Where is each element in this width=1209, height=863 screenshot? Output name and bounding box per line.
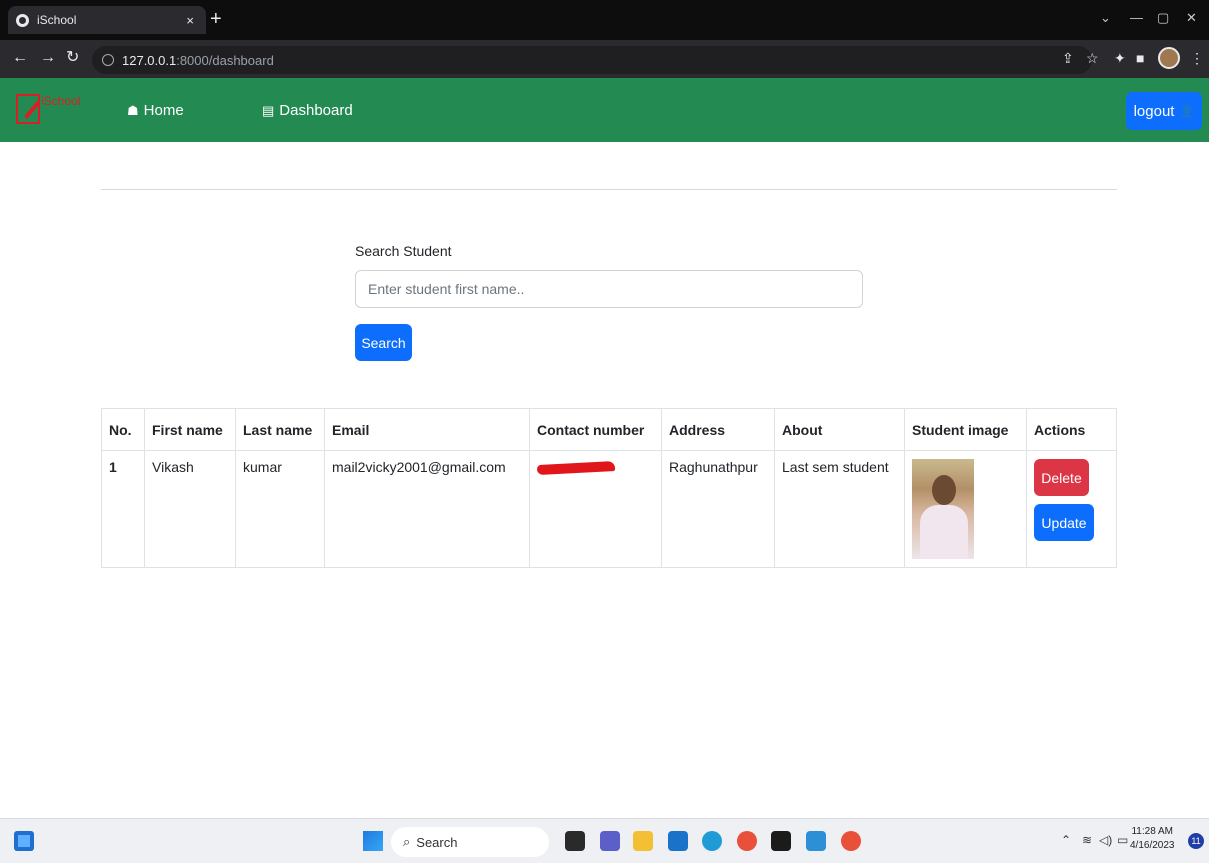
tab-title: iSchool xyxy=(37,13,77,27)
extensions-icon[interactable]: ✦ xyxy=(1114,50,1126,66)
cell-about: Last sem student xyxy=(774,450,905,568)
app-navbar: iSchool ☗ Home ▤ Dashboard logout 👤 xyxy=(0,78,1209,142)
url-path: :8000/dashboard xyxy=(176,52,274,68)
share-icon[interactable]: ⇪ xyxy=(1062,50,1074,66)
divider xyxy=(101,189,1117,190)
logout-label: logout xyxy=(1133,102,1175,120)
cell-last-name: kumar xyxy=(235,450,325,568)
task-view-icon[interactable] xyxy=(565,831,585,851)
search-label: Search Student xyxy=(355,243,452,259)
search-button[interactable]: Search xyxy=(355,324,412,361)
cell-address: Raghunathpur xyxy=(661,450,775,568)
taskbar-search-label: Search xyxy=(416,834,458,850)
table-row: 1 Vikash kumar mail2vicky2001@gmail.com … xyxy=(101,450,1117,568)
brand-logo[interactable]: iSchool xyxy=(16,94,80,124)
chrome-icon[interactable] xyxy=(737,831,757,851)
volume-icon[interactable]: ◁) xyxy=(1099,833,1112,847)
widgets-icon[interactable] xyxy=(14,831,34,851)
table-header-row: No. First name Last name Email Contact n… xyxy=(101,408,1117,451)
url-host: 127.0.0.1 xyxy=(122,52,177,68)
profile-avatar-icon[interactable] xyxy=(1158,47,1180,69)
nav-home-label: Home xyxy=(143,102,184,119)
info-icon[interactable] xyxy=(102,54,114,66)
header-contact: Contact number xyxy=(529,408,662,451)
edge-icon[interactable] xyxy=(702,831,722,851)
windows-taskbar: ⌕ Search ⌃ ≋ ◁) ▭ 11:28 AM 4/16/2023 11 xyxy=(0,818,1209,863)
search-input[interactable] xyxy=(355,270,863,308)
vscode-icon[interactable] xyxy=(806,831,826,851)
nav-dashboard-label: Dashboard xyxy=(279,102,353,119)
file-explorer-icon[interactable] xyxy=(633,831,653,851)
minimize-icon[interactable]: — xyxy=(1130,10,1143,25)
tab-close-icon[interactable]: × xyxy=(186,13,194,28)
bookmark-star-icon[interactable]: ☆ xyxy=(1086,50,1099,66)
cell-contact xyxy=(529,450,662,568)
browser-tab[interactable]: iSchool × xyxy=(8,6,206,34)
delete-button[interactable]: Delete xyxy=(1034,459,1089,496)
header-first-name: First name xyxy=(144,408,236,451)
globe-icon xyxy=(16,13,29,27)
notification-badge[interactable]: 11 xyxy=(1188,833,1204,849)
taskbar-search[interactable]: ⌕ Search xyxy=(391,827,549,857)
header-address: Address xyxy=(661,408,775,451)
wifi-icon[interactable]: ≋ xyxy=(1082,833,1092,847)
back-icon[interactable]: ← xyxy=(12,49,28,67)
logout-button[interactable]: logout 👤 xyxy=(1126,92,1202,130)
dashboard-icon: ▤ xyxy=(262,102,275,118)
terminal-icon[interactable] xyxy=(771,831,791,851)
windows-start-icon[interactable] xyxy=(363,831,383,851)
new-tab-button[interactable]: + xyxy=(210,9,222,29)
update-button[interactable]: Update xyxy=(1034,504,1094,541)
user-minus-icon: 👤 xyxy=(1179,104,1195,118)
header-actions: Actions xyxy=(1026,408,1117,451)
teams-chat-icon[interactable] xyxy=(600,831,620,851)
header-student-image: Student image xyxy=(904,408,1027,451)
students-table: No. First name Last name Email Contact n… xyxy=(101,408,1117,568)
menu-kebab-icon[interactable]: ⋮ xyxy=(1190,50,1204,66)
header-about: About xyxy=(774,408,905,451)
chrome-active-icon[interactable] xyxy=(841,831,861,851)
cell-student-image xyxy=(904,450,1027,568)
maximize-icon[interactable]: ▢ xyxy=(1157,10,1169,26)
nav-dashboard-link[interactable]: ▤ Dashboard xyxy=(262,102,353,119)
address-bar[interactable]: 127.0.0.1 :8000/dashboard xyxy=(92,46,1092,74)
side-panel-icon[interactable]: ■ xyxy=(1136,50,1144,66)
tray-chevron-icon[interactable]: ⌃ xyxy=(1061,833,1071,847)
taskbar-clock[interactable]: 11:28 AM 4/16/2023 xyxy=(1130,825,1175,853)
tab-search-icon[interactable]: ⌄ xyxy=(1100,10,1111,26)
header-email: Email xyxy=(324,408,530,451)
browser-tab-bar: iSchool × + ⌄ — ▢ ✕ xyxy=(0,0,1209,40)
header-no: No. xyxy=(101,408,145,451)
cell-no: 1 xyxy=(101,450,145,568)
reload-icon[interactable]: ↻ xyxy=(66,49,79,67)
close-window-icon[interactable]: ✕ xyxy=(1186,10,1197,26)
nav-home-link[interactable]: ☗ Home xyxy=(127,102,184,119)
search-icon: ⌕ xyxy=(403,834,411,849)
battery-icon[interactable]: ▭ xyxy=(1117,833,1128,847)
cell-email: mail2vicky2001@gmail.com xyxy=(324,450,530,568)
clock-date: 4/16/2023 xyxy=(1130,840,1175,851)
cell-actions: Delete Update xyxy=(1026,450,1117,568)
clock-time: 11:28 AM xyxy=(1131,826,1173,837)
cell-first-name: Vikash xyxy=(144,450,236,568)
home-icon: ☗ xyxy=(127,102,139,118)
pencil-logo-icon xyxy=(16,94,40,124)
outlook-icon[interactable] xyxy=(668,831,688,851)
student-photo xyxy=(912,459,974,559)
header-last-name: Last name xyxy=(235,408,325,451)
brand-name: iSchool xyxy=(41,94,81,108)
redacted-contact xyxy=(536,460,616,476)
forward-icon[interactable]: → xyxy=(40,49,56,67)
